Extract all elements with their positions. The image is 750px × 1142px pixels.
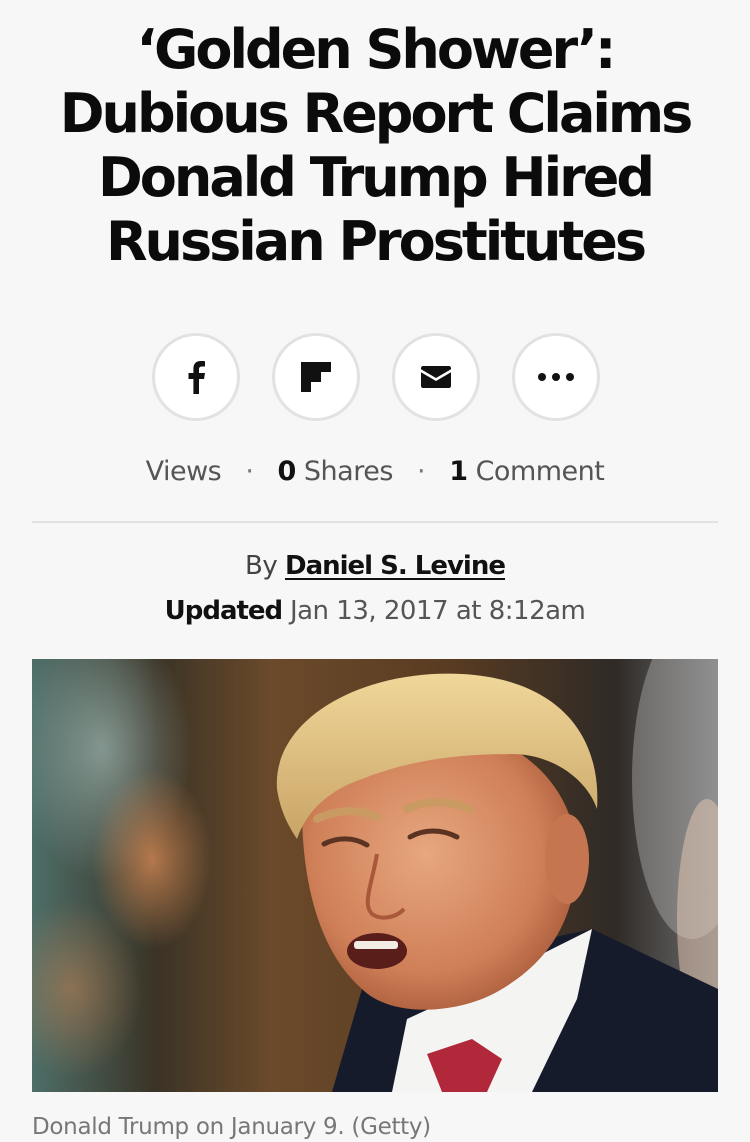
headline-line: ‘Golden Shower’: (136, 18, 617, 81)
divider (32, 521, 718, 523)
email-icon (421, 366, 451, 388)
stats-separator: · (417, 456, 426, 487)
updated-label: Updated (164, 596, 284, 626)
updated-date: Jan 13, 2017 at 8:12am (289, 596, 586, 626)
article-headline: ‘Golden Shower’: Dubious Report Claims D… (20, 18, 730, 274)
facebook-share-button[interactable] (152, 333, 240, 421)
photo-caption: Donald Trump on January 9. (Getty) (32, 1114, 431, 1140)
email-share-button[interactable] (392, 333, 480, 421)
headline-line: Donald Trump Hired (97, 146, 655, 209)
shares-label: Shares (303, 456, 393, 487)
more-share-button[interactable] (512, 333, 600, 421)
views-label: Views (145, 456, 222, 487)
shares-count: 0 (277, 456, 297, 487)
more-icon (538, 373, 574, 381)
author-link[interactable]: Daniel S. Levine (285, 551, 506, 581)
flipboard-icon (301, 362, 331, 392)
comments-count[interactable]: 1 (449, 456, 468, 487)
stats-separator: · (245, 456, 254, 487)
facebook-icon (187, 360, 205, 394)
article-stats: Views · 0 Shares · 1 Comment (0, 456, 750, 487)
byline-prefix: By (244, 551, 278, 581)
comments-link[interactable]: Comment (476, 456, 605, 487)
headline-line: Russian Prostitutes (105, 210, 647, 273)
photo-illustration (32, 659, 718, 1092)
share-buttons (0, 333, 750, 421)
article-photo[interactable] (32, 659, 718, 1092)
byline: By Daniel S. Levine (0, 551, 750, 581)
headline-line: Dubious Report Claims (59, 82, 694, 145)
updated-timestamp: Updated Jan 13, 2017 at 8:12am (0, 596, 750, 626)
flipboard-share-button[interactable] (272, 333, 360, 421)
